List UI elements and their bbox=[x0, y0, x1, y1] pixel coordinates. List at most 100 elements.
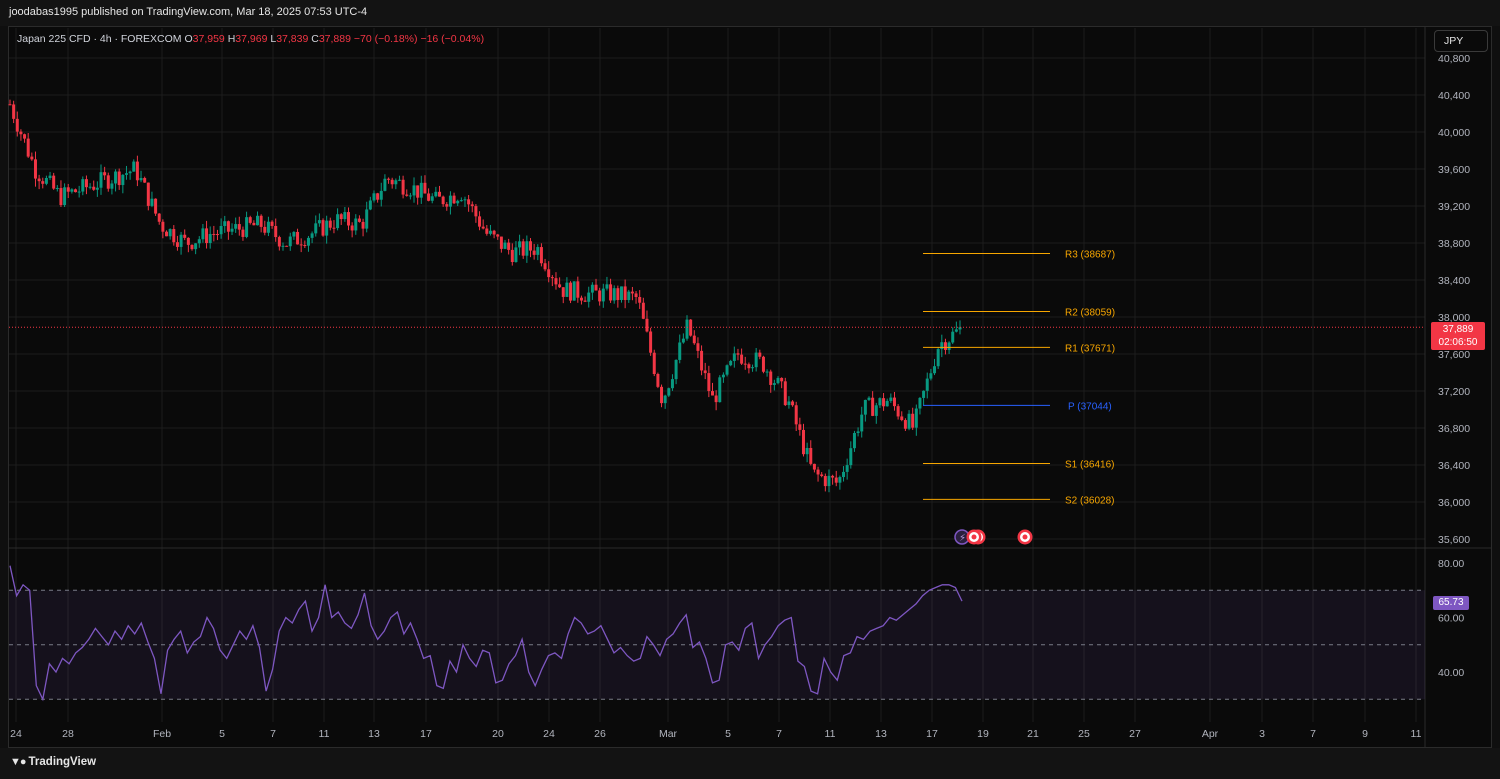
candle-body bbox=[539, 247, 543, 264]
candle-body bbox=[918, 397, 922, 409]
candle-body bbox=[867, 397, 871, 400]
symbol-name: Japan 225 CFD · 4h · FOREXCOM bbox=[17, 33, 182, 45]
candle-body bbox=[820, 474, 824, 477]
price-axis-label: 36,000 bbox=[1438, 497, 1470, 509]
pivot-level-label: R1 (37671) bbox=[1065, 343, 1115, 354]
candle-body bbox=[92, 186, 96, 190]
candle-body bbox=[314, 223, 318, 234]
candle-body bbox=[740, 354, 744, 364]
candle-body bbox=[598, 290, 602, 302]
candle-body bbox=[645, 318, 649, 332]
candle-body bbox=[507, 242, 511, 250]
candle-body bbox=[347, 212, 351, 226]
candle-body bbox=[852, 432, 856, 449]
open-value: 37,959 bbox=[192, 33, 225, 45]
candle-body bbox=[794, 405, 798, 425]
candle-body bbox=[612, 288, 616, 301]
candle-body bbox=[470, 204, 474, 207]
currency-button[interactable]: JPY bbox=[1434, 30, 1488, 52]
candle-body bbox=[765, 371, 769, 373]
time-axis-label: Apr bbox=[1202, 728, 1219, 740]
candle-body bbox=[619, 286, 623, 300]
time-axis-label: 20 bbox=[492, 728, 504, 740]
tradingview-brand: TradingView bbox=[28, 756, 97, 768]
candle-body bbox=[336, 214, 340, 229]
candle-body bbox=[638, 297, 642, 303]
time-axis-label: 24 bbox=[543, 728, 555, 740]
close-label: C bbox=[311, 33, 319, 45]
candle-body bbox=[256, 215, 260, 226]
price-axis-label: 35,600 bbox=[1438, 534, 1470, 546]
pivot-level-label: R2 (38059) bbox=[1065, 308, 1115, 319]
tradingview-logo[interactable]: ▼● TradingView bbox=[10, 756, 96, 768]
candle-body bbox=[463, 199, 467, 201]
candle-body bbox=[572, 281, 576, 301]
candle-body bbox=[914, 408, 918, 428]
candle-body bbox=[849, 448, 853, 466]
candle-body bbox=[379, 190, 383, 200]
time-axis-label: 28 bbox=[62, 728, 74, 740]
high-value: 37,969 bbox=[235, 33, 268, 45]
footer-bar bbox=[0, 748, 1500, 779]
time-axis-label: 11 bbox=[825, 728, 836, 740]
candle-body bbox=[376, 193, 380, 200]
time-axis-label: Mar bbox=[659, 728, 678, 740]
candle-body bbox=[8, 104, 12, 106]
candle-body bbox=[99, 172, 103, 188]
candle-body bbox=[110, 183, 114, 189]
chart-canvas[interactable]: R3 (38687) R2 (38059) R1 (37671) P (37044) S… bbox=[0, 0, 1500, 779]
candle-body bbox=[780, 377, 784, 382]
candle-body bbox=[488, 230, 492, 234]
rsi-axis-label: 80.00 bbox=[1438, 558, 1464, 570]
candle-body bbox=[350, 225, 354, 231]
candle-body bbox=[590, 284, 594, 293]
candle-body bbox=[117, 171, 121, 186]
time-axis-label: 25 bbox=[1078, 728, 1090, 740]
candle-body bbox=[430, 196, 434, 201]
candle-body bbox=[114, 171, 118, 184]
candle-body bbox=[74, 189, 78, 193]
candle-body bbox=[783, 381, 787, 406]
candle-body bbox=[266, 221, 270, 233]
candle-body bbox=[201, 228, 205, 240]
candle-body bbox=[197, 239, 201, 244]
candle-body bbox=[801, 429, 805, 455]
candle-body bbox=[321, 220, 325, 236]
time-axis-label: 21 bbox=[1027, 728, 1039, 740]
candle-body bbox=[368, 200, 372, 210]
candle-body bbox=[52, 175, 56, 189]
candle-body bbox=[601, 288, 605, 302]
candle-body bbox=[547, 269, 551, 278]
candle-body bbox=[230, 228, 234, 232]
low-value: 37,839 bbox=[276, 33, 309, 45]
time-axis-label: 19 bbox=[977, 728, 989, 740]
target-icon-center bbox=[1022, 534, 1028, 540]
candle-body bbox=[609, 284, 613, 301]
close-value: 37,889 bbox=[318, 33, 351, 45]
candle-body bbox=[667, 388, 671, 396]
candle-body bbox=[37, 178, 41, 182]
candle-body bbox=[419, 182, 423, 198]
candle-body bbox=[427, 193, 431, 201]
candle-body bbox=[700, 350, 704, 371]
candle-body bbox=[827, 475, 831, 487]
rsi-value-tag: 65.73 bbox=[1433, 596, 1469, 610]
candle-body bbox=[445, 204, 449, 207]
bar-countdown: 02:06:50 bbox=[1438, 337, 1478, 348]
candle-body bbox=[223, 221, 227, 226]
candle-body bbox=[696, 343, 700, 351]
last-price-tag: 37,889 02:06:50 bbox=[1431, 322, 1485, 350]
candle-body bbox=[150, 198, 154, 206]
candle-body bbox=[499, 236, 503, 249]
time-axis-label: 7 bbox=[270, 728, 276, 740]
lightning-icon-glyph: ⚡ bbox=[959, 533, 966, 544]
candle-body bbox=[299, 244, 303, 246]
candle-body bbox=[812, 463, 816, 470]
candle-body bbox=[33, 159, 37, 179]
candle-body bbox=[685, 319, 689, 339]
candle-body bbox=[678, 342, 682, 360]
candle-body bbox=[372, 193, 376, 201]
candle-body bbox=[23, 134, 27, 139]
candle-body bbox=[15, 118, 19, 132]
candle-body bbox=[44, 178, 48, 184]
